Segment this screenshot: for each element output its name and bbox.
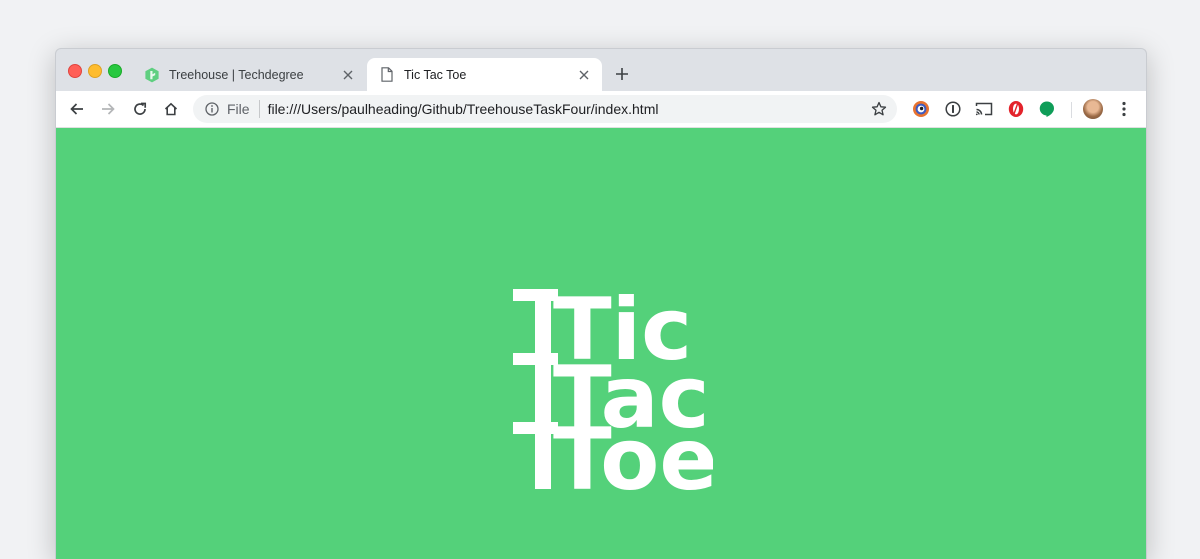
home-icon[interactable]: [159, 97, 183, 121]
tab-treehouse[interactable]: Treehouse | Techdegree: [134, 58, 366, 91]
browser-toolbar: File file:///Users/paulheading/Github/Tr…: [56, 91, 1146, 128]
toolbar-divider: [1071, 102, 1072, 118]
browser-window: Treehouse | Techdegree Tic Tac Toe File …: [55, 48, 1147, 559]
close-tab-icon[interactable]: [340, 67, 356, 83]
star-icon[interactable]: [870, 100, 888, 118]
tab-tic-tac-toe[interactable]: Tic Tac Toe: [367, 58, 602, 91]
maximize-window-button[interactable]: [108, 64, 122, 78]
page-content: Tic Tac Toe: [56, 128, 1146, 559]
logo-line-toe: Toe: [553, 410, 713, 499]
tab-title: Treehouse | Techdegree: [169, 67, 304, 82]
treehouse-icon: [144, 67, 160, 83]
new-tab-icon[interactable]: [612, 64, 632, 84]
scheme-label: File: [227, 101, 250, 117]
forward-icon[interactable]: [96, 97, 120, 121]
extension-icon[interactable]: [911, 99, 931, 119]
close-tab-icon[interactable]: [576, 67, 592, 83]
close-window-button[interactable]: [68, 64, 82, 78]
info-icon[interactable]: [204, 101, 220, 117]
onepassword-icon[interactable]: [943, 99, 963, 119]
menu-icon[interactable]: [1116, 99, 1132, 119]
tab-strip: Treehouse | Techdegree Tic Tac Toe: [56, 49, 1146, 91]
url-text[interactable]: file:///Users/paulheading/Github/Treehou…: [268, 101, 870, 117]
back-icon[interactable]: [65, 97, 89, 121]
profile-avatar[interactable]: [1083, 99, 1103, 119]
cast-icon[interactable]: [974, 99, 994, 119]
hangouts-icon[interactable]: [1037, 99, 1057, 119]
reload-icon[interactable]: [128, 97, 152, 121]
minimize-window-button[interactable]: [88, 64, 102, 78]
opera-icon[interactable]: [1006, 99, 1026, 119]
address-divider: [258, 100, 260, 118]
file-icon: [379, 67, 395, 83]
address-bar[interactable]: File file:///Users/paulheading/Github/Tr…: [193, 95, 897, 123]
tic-tac-toe-logo: Tic Tac Toe: [513, 289, 713, 499]
tab-title: Tic Tac Toe: [404, 67, 467, 82]
